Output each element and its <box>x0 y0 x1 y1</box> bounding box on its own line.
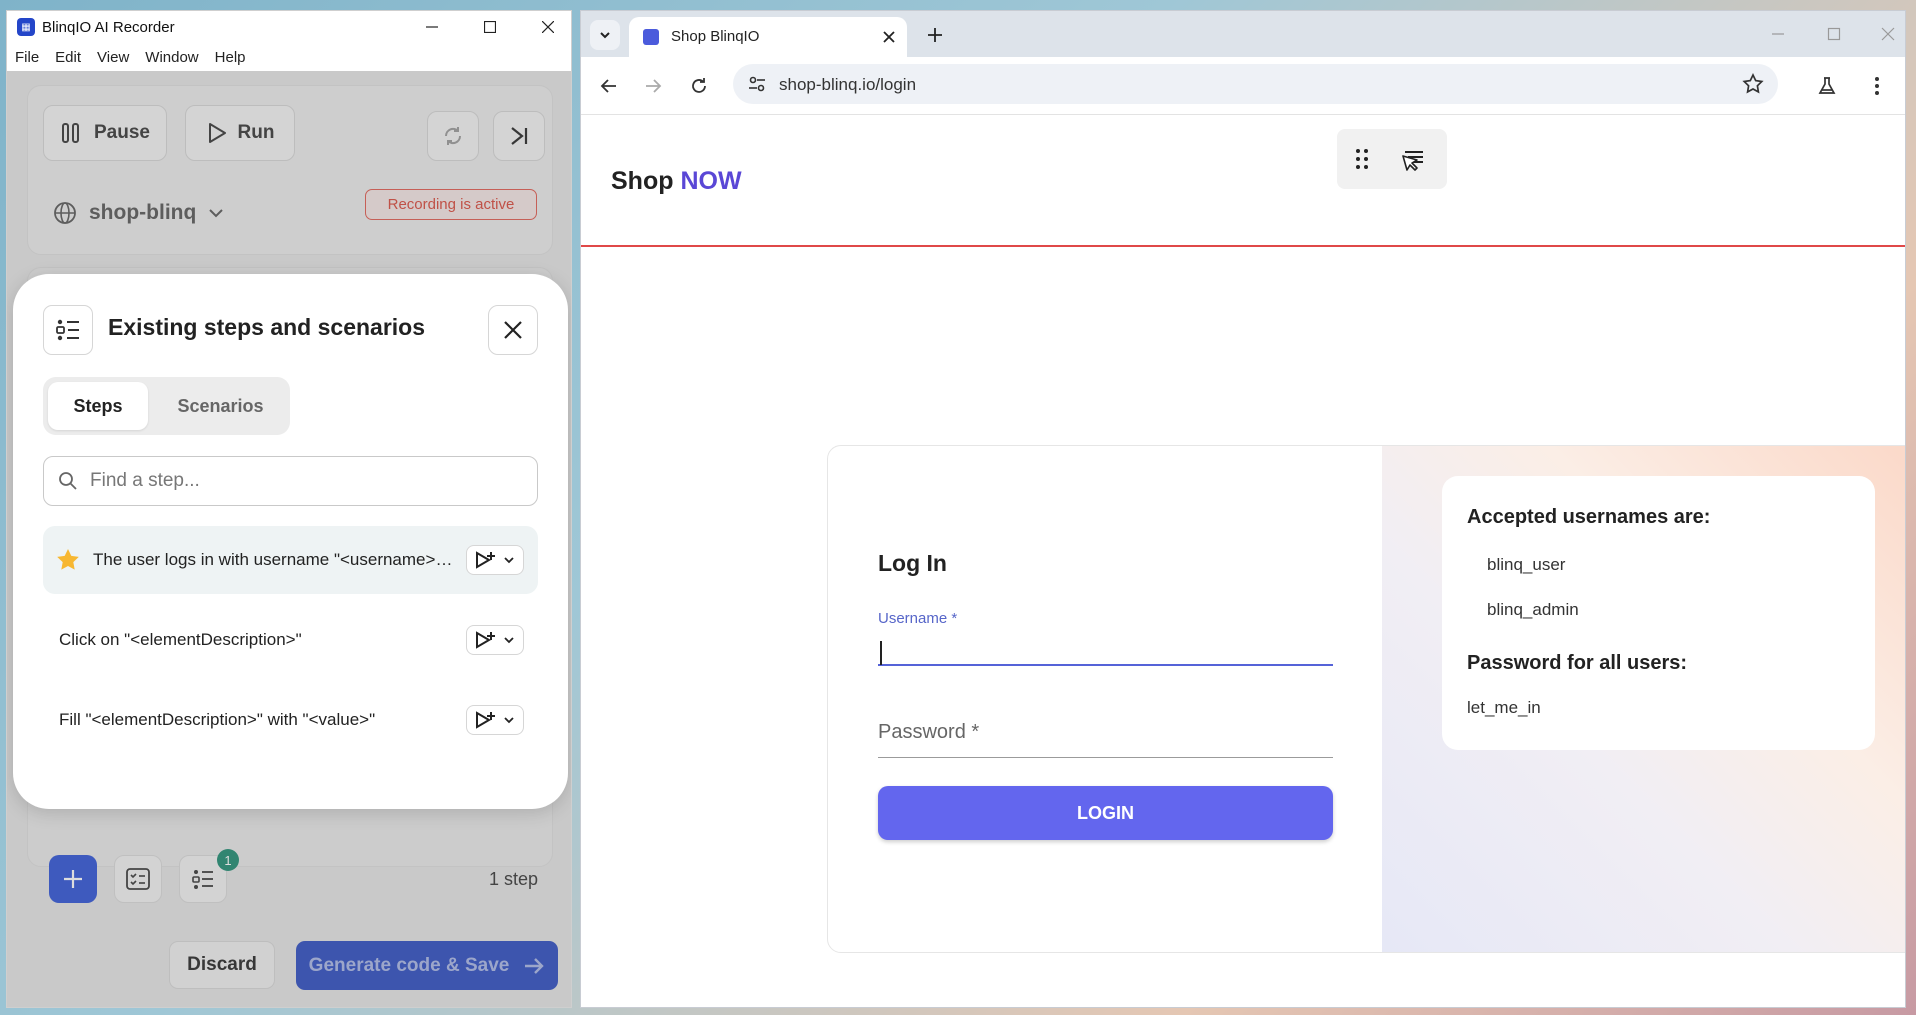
star-icon[interactable] <box>55 547 81 573</box>
password-heading: Password for all users: <box>1467 652 1688 674</box>
browser-menu-button[interactable] <box>1863 72 1891 100</box>
play-add-icon <box>476 551 495 569</box>
shop-logo[interactable]: Shop NOW <box>611 167 742 196</box>
menu-edit[interactable]: Edit <box>55 49 81 66</box>
add-step-dropdown[interactable] <box>466 625 524 655</box>
add-step-dropdown[interactable] <box>466 545 524 575</box>
maximize-button[interactable] <box>461 11 519 43</box>
arrow-left-icon <box>600 79 616 93</box>
logo-accent: NOW <box>680 167 742 195</box>
menu-window[interactable]: Window <box>145 49 198 66</box>
play-add-icon <box>476 711 495 729</box>
minimize-icon <box>426 26 438 28</box>
plus-icon <box>928 28 942 42</box>
step-text: Click on "<elementDescription>" <box>59 630 302 649</box>
tab-scenarios[interactable]: Scenarios <box>163 382 278 430</box>
dialog-title: Existing steps and scenarios <box>108 314 426 340</box>
step-text: Fill "<elementDescription>" with "<value… <box>59 710 376 729</box>
browser-window: Shop BlinqIO shop-blinq.io/login Shop NO… <box>580 10 1906 1008</box>
text-caret <box>880 641 882 665</box>
reload-button[interactable] <box>685 72 713 100</box>
play-add-icon <box>476 631 495 649</box>
back-button[interactable] <box>595 72 623 100</box>
blinqio-app-icon: ▦ <box>17 18 35 36</box>
login-button[interactable]: LOGIN <box>878 786 1333 840</box>
url-text: shop-blinq.io/login <box>779 75 917 94</box>
site-info-icon[interactable] <box>747 74 767 94</box>
step-search-box <box>43 456 538 506</box>
kebab-menu-icon <box>1875 77 1879 95</box>
menu-view[interactable]: View <box>97 49 129 66</box>
tab-search-button[interactable] <box>590 20 620 50</box>
recorder-title: BlinqIO AI Recorder <box>42 18 175 36</box>
recorder-floating-toolbar <box>1337 129 1447 189</box>
login-title: Log In <box>878 550 947 576</box>
menu-file[interactable]: File <box>15 49 39 66</box>
username-input[interactable] <box>878 630 1333 666</box>
chevron-down-icon <box>504 557 514 564</box>
steps-list-icon <box>43 305 93 355</box>
site-favicon <box>643 29 659 45</box>
username-label: Username * <box>878 610 958 627</box>
close-window-button[interactable] <box>519 11 571 43</box>
step-text: The user logs in with username "<usernam… <box>93 550 456 569</box>
address-bar[interactable]: shop-blinq.io/login <box>733 64 1778 104</box>
drag-handle-icon[interactable] <box>1355 147 1369 171</box>
steps-scenarios-toggle: Steps Scenarios <box>43 377 290 435</box>
flask-icon <box>1818 77 1836 94</box>
menu-help[interactable]: Help <box>215 49 246 66</box>
browser-maximize-button[interactable] <box>1819 21 1849 47</box>
step-item[interactable]: Fill "<elementDescription>" with "<value… <box>43 686 538 754</box>
reload-icon <box>692 78 706 93</box>
tab-close-button[interactable] <box>879 27 899 47</box>
browser-tab[interactable]: Shop BlinqIO <box>629 17 907 57</box>
existing-steps-dialog: Existing steps and scenarios Steps Scena… <box>13 274 568 809</box>
accepted-usernames-heading: Accepted usernames are: <box>1467 506 1711 528</box>
password-input[interactable] <box>878 708 1333 758</box>
tab-strip: Shop BlinqIO <box>581 11 1905 57</box>
add-step-dropdown[interactable] <box>466 705 524 735</box>
minimize-icon <box>1772 33 1784 35</box>
close-icon <box>1881 27 1895 41</box>
new-tab-button[interactable] <box>923 23 947 47</box>
credentials-panel: Accepted usernames are: blinq_user blinq… <box>1382 446 1905 952</box>
maximize-icon <box>484 21 496 33</box>
recorder-window: ▦ BlinqIO AI Recorder File Edit View Win… <box>6 10 572 1008</box>
tab-title: Shop BlinqIO <box>671 28 760 45</box>
step-item[interactable]: The user logs in with username "<usernam… <box>43 526 538 594</box>
username-item: blinq_admin <box>1487 600 1579 619</box>
credentials-info-box: Accepted usernames are: blinq_user blinq… <box>1442 476 1875 750</box>
search-icon <box>58 471 78 491</box>
browser-toolbar: shop-blinq.io/login <box>581 57 1905 115</box>
chevron-down-icon <box>600 32 610 39</box>
login-card: Log In Username * LOGIN Accepted usernam… <box>827 445 1905 953</box>
tab-steps[interactable]: Steps <box>48 382 148 430</box>
chevron-down-icon <box>504 637 514 644</box>
username-item: blinq_user <box>1487 555 1566 574</box>
password-value: let_me_in <box>1467 698 1541 717</box>
bookmark-star-icon[interactable] <box>1742 73 1764 95</box>
logo-prefix: Shop <box>611 167 674 195</box>
minimize-button[interactable] <box>403 11 461 43</box>
chevron-down-icon <box>504 717 514 724</box>
pointer-select-icon[interactable] <box>1399 144 1429 174</box>
close-icon <box>504 321 522 339</box>
forward-button[interactable] <box>639 72 667 100</box>
browser-minimize-button[interactable] <box>1763 21 1793 47</box>
maximize-icon <box>1827 27 1841 41</box>
header-divider <box>581 245 1905 247</box>
close-icon <box>883 31 895 43</box>
web-page: Shop NOW Log In Username * LOGIN Accepte… <box>581 115 1905 1007</box>
close-icon <box>542 21 554 33</box>
recorder-titlebar: ▦ BlinqIO AI Recorder <box>7 11 571 43</box>
browser-close-button[interactable] <box>1873 21 1903 47</box>
dialog-close-button[interactable] <box>488 305 538 355</box>
step-item[interactable]: Click on "<elementDescription>" <box>43 606 538 674</box>
arrow-right-icon <box>646 79 662 93</box>
step-search-input[interactable] <box>90 467 510 495</box>
labs-button[interactable] <box>1813 72 1841 100</box>
recorder-menubar: File Edit View Window Help <box>7 43 571 71</box>
